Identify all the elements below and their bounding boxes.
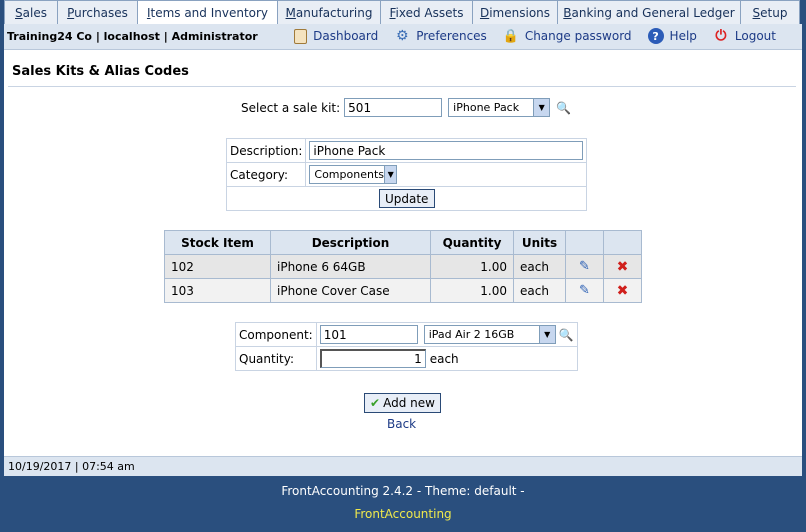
component-code-input[interactable] xyxy=(319,325,418,344)
stock-item-cell: 102 xyxy=(164,254,271,279)
app-frame: Sales Purchases Items and Inventory Manu… xyxy=(4,0,802,476)
quantity-cell: 1.00 xyxy=(430,254,514,279)
tab-banking-and-general-ledger[interactable]: Banking and General Ledger xyxy=(557,0,741,24)
table-header-row: Stock Item Description Quantity Units xyxy=(164,230,642,255)
tab-dimensions[interactable]: Dimensions xyxy=(472,0,558,24)
kit-select-dropdown[interactable]: iPhone Pack ▼ xyxy=(448,98,551,117)
footer-link[interactable]: FrontAccounting xyxy=(0,507,806,521)
column-header-description: Description xyxy=(270,230,431,255)
quantity-cell: 1.00 xyxy=(430,278,514,303)
description-cell: iPhone 6 64GB xyxy=(270,254,431,279)
quantity-input[interactable] xyxy=(319,349,426,368)
search-icon[interactable]: 🔍 xyxy=(559,328,574,342)
change-password-link[interactable]: 🔒 Change password xyxy=(503,28,632,44)
units-cell: each xyxy=(513,278,566,303)
tab-setup[interactable]: Setup xyxy=(740,0,800,24)
chevron-down-icon: ▼ xyxy=(383,166,397,183)
help-icon: ? xyxy=(647,28,664,44)
dashboard-icon xyxy=(294,28,308,44)
edit-icon[interactable]: ✎ xyxy=(565,254,604,279)
kit-code-input[interactable] xyxy=(344,98,443,117)
add-component-form: Component: iPad Air 2 16GB ▼ 🔍 Quantity:… xyxy=(235,322,578,371)
description-input[interactable] xyxy=(309,141,584,160)
chevron-down-icon: ▼ xyxy=(538,326,555,343)
quantity-units: each xyxy=(429,351,459,366)
kit-select-label: Select a sale kit: xyxy=(241,100,341,115)
edit-icon[interactable]: ✎ xyxy=(565,278,604,303)
stock-item-cell: 103 xyxy=(164,278,271,303)
component-dropdown[interactable]: iPad Air 2 16GB ▼ xyxy=(423,325,556,344)
tab-sales[interactable]: Sales xyxy=(4,0,58,24)
chevron-down-icon: ▼ xyxy=(533,99,550,116)
search-icon[interactable]: 🔍 xyxy=(556,101,571,115)
table-row: 102 iPhone 6 64GB 1.00 each ✎ ✖ xyxy=(164,254,642,279)
header-bar: Training24 Co | localhost | Administrato… xyxy=(4,24,802,50)
column-header-delete xyxy=(603,230,642,255)
footer-version: FrontAccounting 2.4.2 - Theme: default - xyxy=(281,484,525,498)
power-icon: ⏻ xyxy=(715,28,727,44)
tab-items-and-inventory[interactable]: Items and Inventory xyxy=(137,0,278,25)
checkmark-icon: ✔ xyxy=(370,396,381,410)
title-divider xyxy=(8,86,796,87)
delete-icon[interactable]: ✖ xyxy=(603,254,642,279)
preferences-link[interactable]: ⚙ Preferences xyxy=(394,28,487,44)
kit-select-row: Select a sale kit: iPhone Pack ▼ 🔍 xyxy=(241,98,571,117)
lock-icon: 🔒 xyxy=(502,28,519,44)
delete-icon[interactable]: ✖ xyxy=(603,278,642,303)
help-link[interactable]: ? Help xyxy=(647,28,697,44)
components-table: Stock Item Description Quantity Units 10… xyxy=(164,230,642,303)
status-bar: 10/19/2017 | 07:54 am xyxy=(4,456,802,476)
gear-icon: ⚙ xyxy=(395,28,409,44)
page-title: Sales Kits & Alias Codes xyxy=(12,64,189,79)
kit-form: Description: Category: Components ▼ Upda… xyxy=(225,138,588,211)
description-cell: iPhone Cover Case xyxy=(270,278,431,303)
description-label: Description: xyxy=(225,138,307,163)
tab-manufacturing[interactable]: Manufacturing xyxy=(277,0,381,24)
logout-link[interactable]: ⏻ Logout xyxy=(713,28,776,44)
component-label: Component: xyxy=(235,322,317,347)
back-link[interactable]: Back xyxy=(387,417,416,431)
category-dropdown[interactable]: Components ▼ xyxy=(309,165,398,184)
column-header-stock-item: Stock Item xyxy=(164,230,271,255)
tab-purchases[interactable]: Purchases xyxy=(57,0,138,24)
units-cell: each xyxy=(513,254,566,279)
column-header-quantity: Quantity xyxy=(430,230,514,255)
tab-fixed-assets[interactable]: Fixed Assets xyxy=(380,0,473,24)
header-links: Dashboard ⚙ Preferences 🔒 Change passwor… xyxy=(294,28,802,44)
dashboard-link[interactable]: Dashboard xyxy=(294,28,378,44)
company-user-info: Training24 Co | localhost | Administrato… xyxy=(7,30,258,43)
column-header-edit xyxy=(565,230,604,255)
main-tabs: Sales Purchases Items and Inventory Manu… xyxy=(4,0,802,25)
quantity-label: Quantity: xyxy=(235,346,317,371)
add-new-button[interactable]: ✔ Add new xyxy=(364,393,441,413)
update-button[interactable]: Update xyxy=(378,189,435,208)
category-label: Category: xyxy=(225,162,307,187)
column-header-units: Units xyxy=(513,230,566,255)
table-row: 103 iPhone Cover Case 1.00 each ✎ ✖ xyxy=(164,278,642,303)
